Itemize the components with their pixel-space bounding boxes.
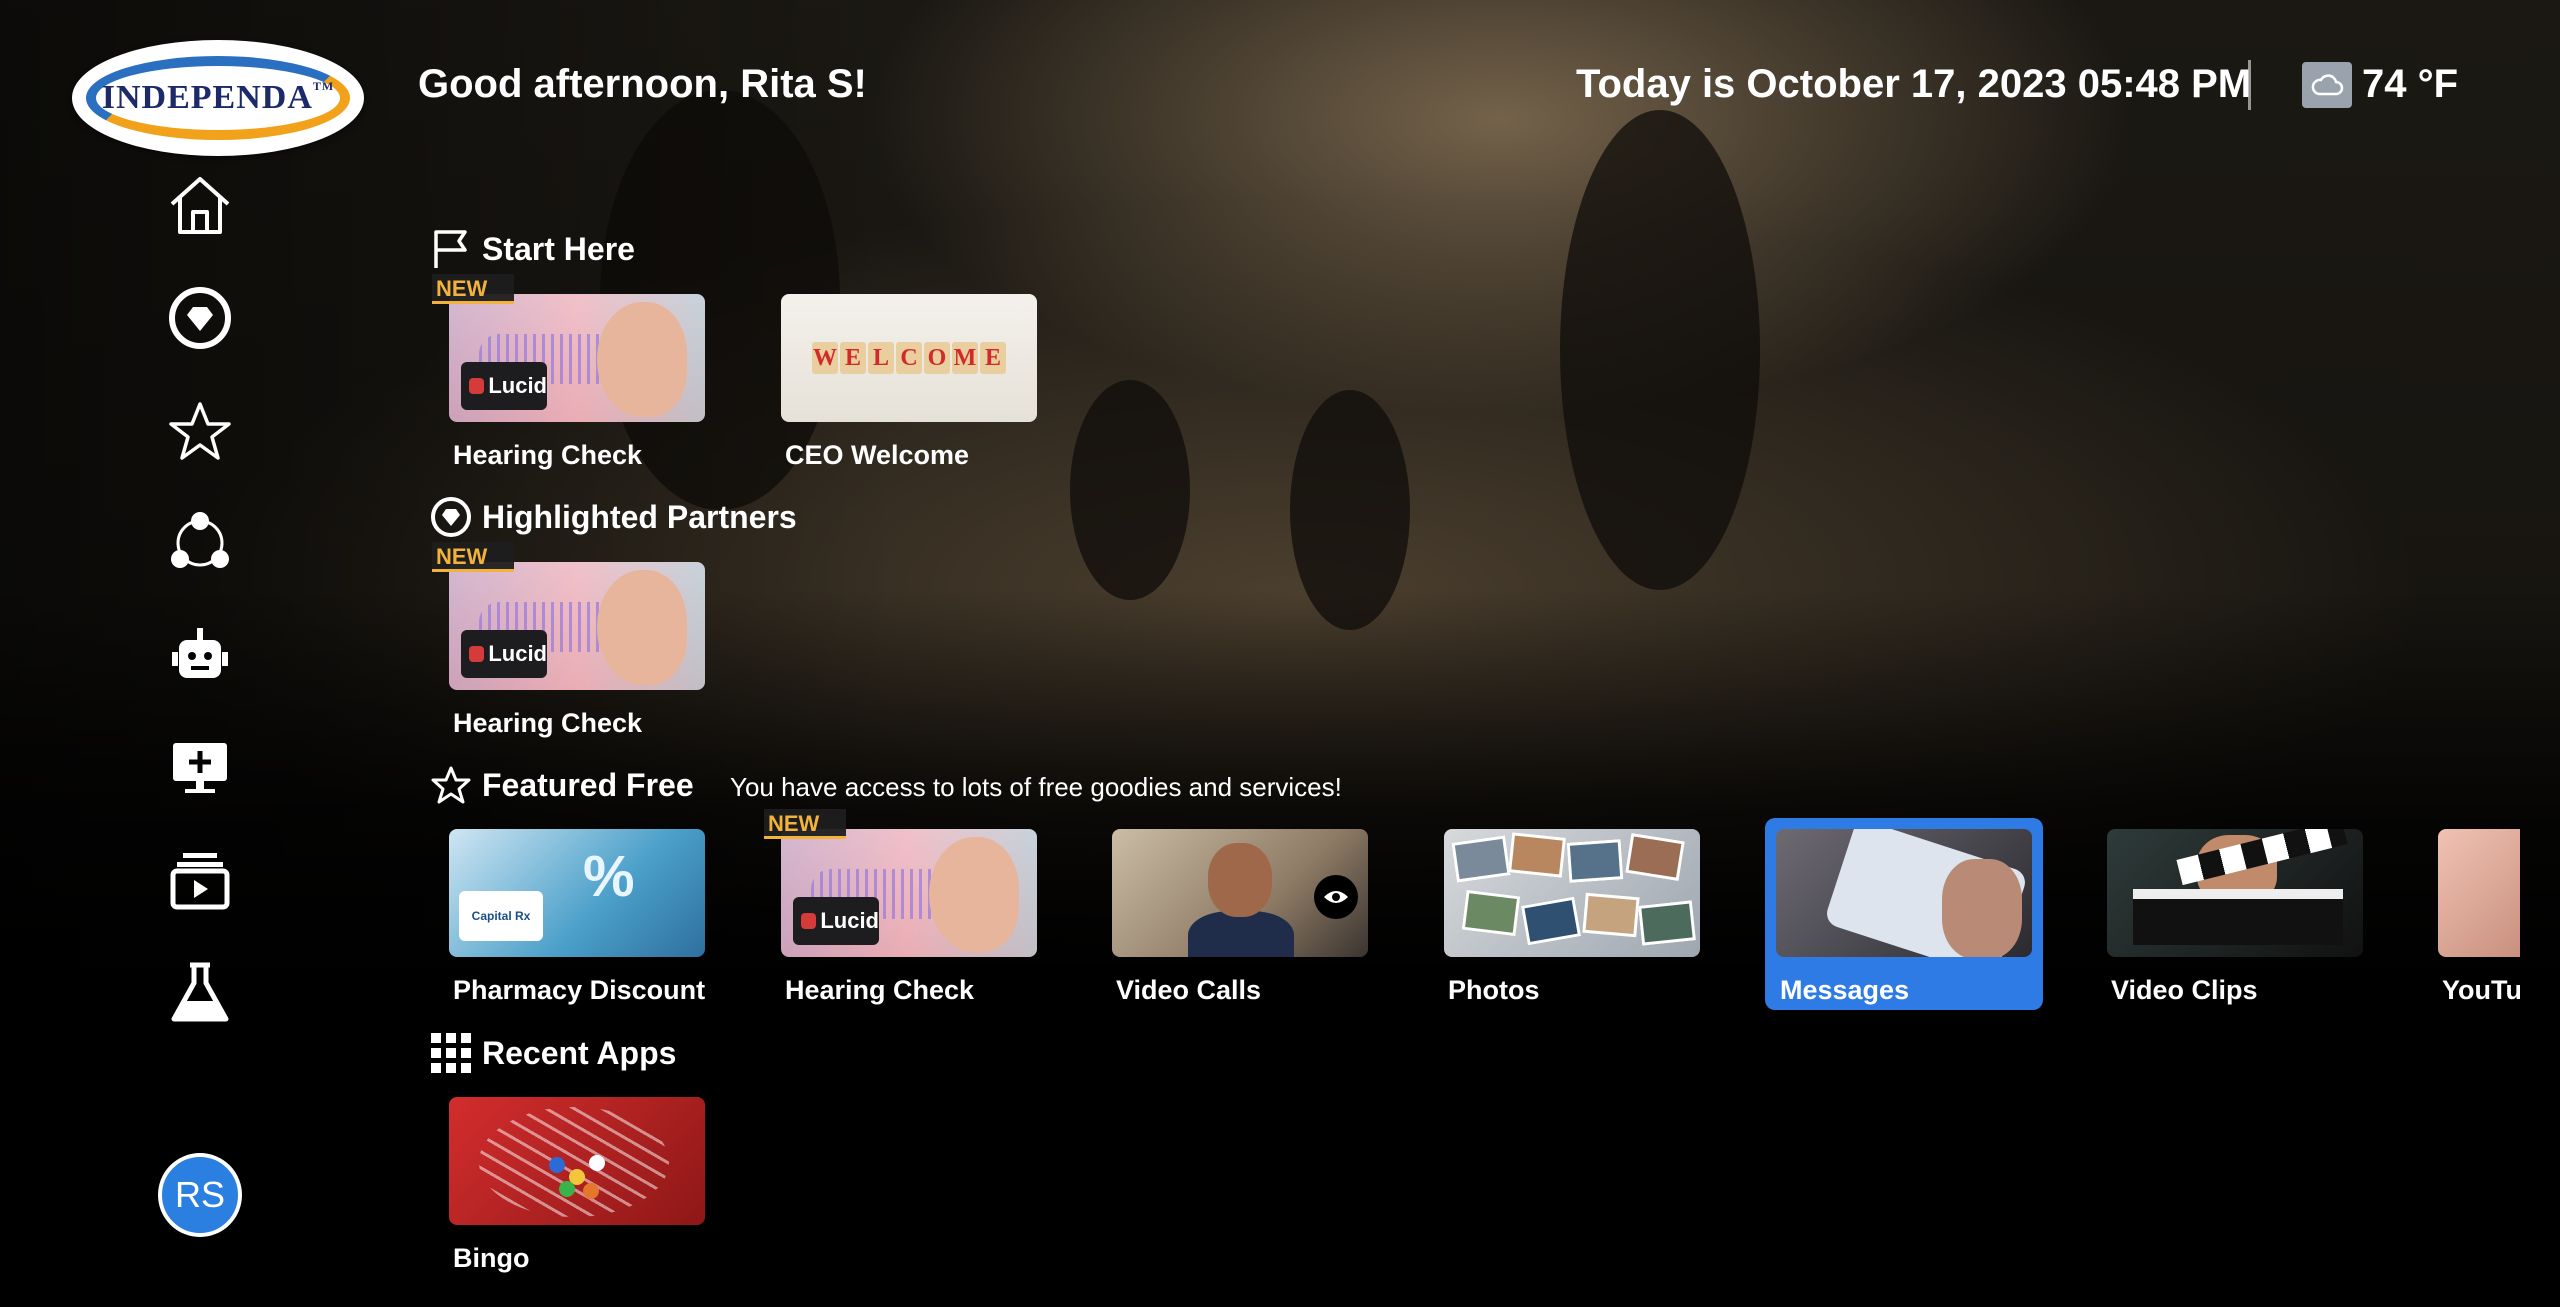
card-thumbnail: % Capital Rx (449, 829, 705, 957)
card-thumbnail (2107, 829, 2363, 957)
flag-icon (430, 228, 472, 270)
card-thumbnail (1444, 829, 1700, 957)
card-label: Pharmacy Discount (453, 975, 706, 1005)
temperature-text: 74 °F (2362, 62, 2459, 106)
card-label: Bingo (453, 1243, 530, 1273)
card-thumbnail (2438, 829, 2520, 957)
section-title-recent-apps: Recent Apps (430, 1032, 676, 1074)
card-label: Hearing Check (453, 440, 643, 470)
greeting-text: Good afternoon, Rita S! (418, 62, 867, 106)
bg-figure (1070, 380, 1190, 600)
card-label: YouTul (2442, 975, 2520, 1005)
card-hearing-check-featured[interactable]: Lucid Hearing Check (781, 829, 1037, 1006)
header-divider (2248, 60, 2251, 110)
eye-icon (1314, 875, 1358, 919)
card-youtube[interactable]: YouTul (2438, 829, 2520, 1006)
card-label: Photos (1448, 975, 1540, 1005)
card-label: CEO Welcome (785, 440, 970, 470)
logo-text: INDEPENDATM (101, 79, 335, 116)
card-thumbnail: Lucid (449, 294, 705, 422)
section-subtitle-featured-free: You have access to lots of free goodies … (730, 772, 1342, 802)
heart-badge-icon (430, 496, 472, 538)
card-photos[interactable]: Photos (1444, 829, 1700, 1006)
card-bingo[interactable]: Bingo (449, 1097, 705, 1274)
robot-icon[interactable] (165, 620, 235, 690)
home-icon[interactable] (165, 170, 235, 240)
card-hearing-check-partner[interactable]: Lucid Hearing Check (449, 562, 705, 739)
grid-icon (430, 1032, 472, 1074)
card-label: Messages (1780, 975, 1910, 1005)
people-circle-icon[interactable] (165, 508, 235, 578)
flask-icon[interactable] (165, 958, 235, 1028)
card-thumbnail: Lucid (781, 829, 1037, 957)
lucid-logo: Lucid (461, 630, 547, 678)
card-ceo-welcome[interactable]: WELCOME CEO Welcome (781, 294, 1037, 471)
new-badge: NEW (764, 809, 846, 839)
card-label: Video Calls (1116, 975, 1262, 1005)
date-time-text: Today is October 17, 2023 05:48 PM (1576, 62, 2252, 106)
card-label: Hearing Check (453, 708, 643, 738)
section-title-start-here: Start Here (430, 228, 635, 270)
card-label: Hearing Check (785, 975, 975, 1005)
welcome-letter-block: C (896, 342, 922, 374)
bg-figure (1290, 390, 1410, 630)
card-thumbnail (1112, 829, 1368, 957)
lucid-logo: Lucid (793, 897, 879, 945)
cloud-icon (2302, 62, 2352, 108)
card-hearing-check[interactable]: Lucid Hearing Check (449, 294, 705, 471)
welcome-letter-block: W (812, 342, 838, 374)
card-label: Video Clips (2111, 975, 2258, 1005)
card-thumbnail (1776, 829, 2032, 957)
welcome-letter-block: M (952, 342, 978, 374)
percent-symbol: % (583, 844, 635, 909)
card-pharmacy-discount[interactable]: % Capital Rx Pharmacy Discount (449, 829, 705, 1006)
card-video-calls[interactable]: Video Calls (1112, 829, 1368, 1006)
star-icon (430, 764, 472, 806)
welcome-blocks: WELCOME (812, 342, 1006, 374)
welcome-letter-block: O (924, 342, 950, 374)
card-thumbnail (449, 1097, 705, 1225)
section-title-highlighted-partners: Highlighted Partners (430, 496, 797, 538)
bg-figure (1560, 110, 1760, 590)
card-video-clips[interactable]: Video Clips (2107, 829, 2363, 1006)
star-icon[interactable] (165, 396, 235, 466)
new-badge: NEW (432, 542, 514, 572)
section-title-featured-free: Featured Free (430, 764, 694, 806)
lucid-logo: Lucid (461, 362, 547, 410)
user-avatar[interactable]: RS (158, 1153, 242, 1237)
heart-badge-icon[interactable] (165, 283, 235, 353)
media-stack-icon[interactable] (165, 845, 235, 915)
new-badge: NEW (432, 274, 514, 304)
capital-rx-logo: Capital Rx (459, 891, 543, 941)
monitor-plus-icon[interactable] (165, 732, 235, 802)
welcome-letter-block: E (840, 342, 866, 374)
welcome-letter-block: E (980, 342, 1006, 374)
independa-logo[interactable]: INDEPENDATM (72, 40, 364, 156)
card-messages[interactable]: Messages (1765, 818, 2043, 1010)
welcome-letter-block: L (868, 342, 894, 374)
card-thumbnail: WELCOME (781, 294, 1037, 422)
card-thumbnail: Lucid (449, 562, 705, 690)
